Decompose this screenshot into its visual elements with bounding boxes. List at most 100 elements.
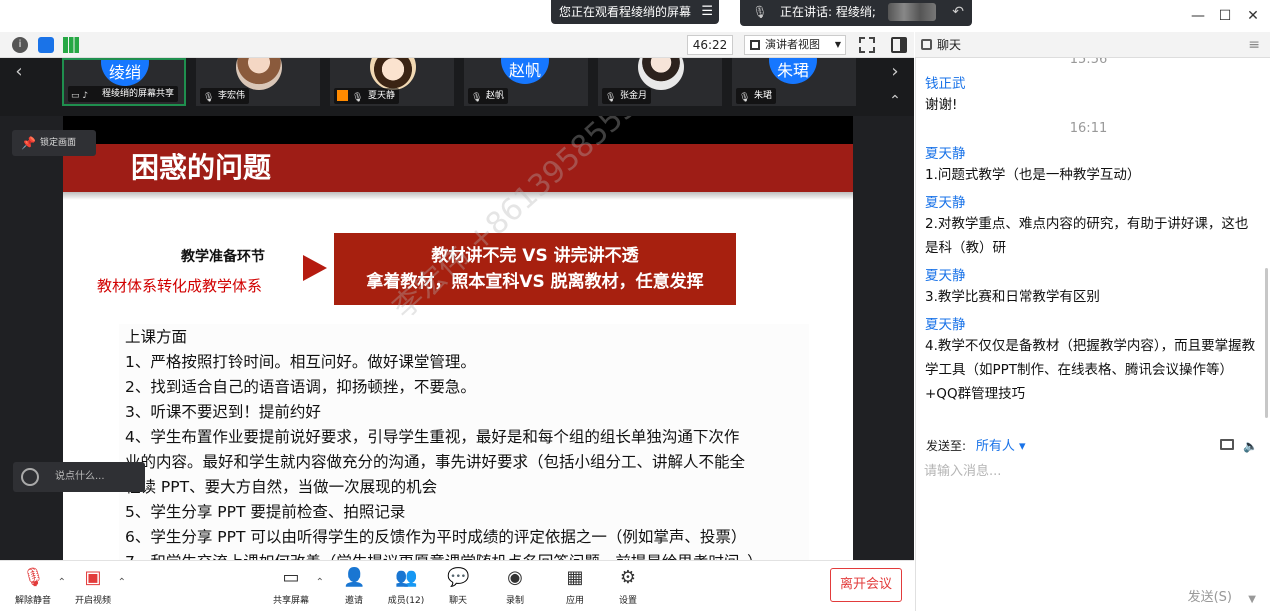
- volume-icon[interactable]: 🔈: [1243, 432, 1258, 460]
- share-screen-button[interactable]: ▭ 共享屏幕 ⌃: [266, 565, 324, 609]
- shared-slide: 困惑的问题 教学准备环节 教材体系转化成教学体系 教材讲不完 VS 讲完讲不透 …: [63, 116, 853, 560]
- unmute-button[interactable]: 🎙 解除静音 ⌃: [8, 565, 66, 609]
- arrow-right-icon: [303, 255, 327, 281]
- chevron-up-icon[interactable]: ⌃: [58, 577, 66, 588]
- close-button[interactable]: ✕: [1243, 6, 1263, 26]
- chat-sender[interactable]: 钱正武: [925, 72, 966, 92]
- members-label: 成员(12): [387, 596, 425, 606]
- user-icon: [337, 90, 348, 101]
- apps-grid-icon: ▦: [566, 567, 584, 588]
- screen-share-notice[interactable]: 您正在观看程绫绡的屏幕 ☰: [551, 0, 719, 24]
- participant-tile[interactable]: 朱珺 🎙 朱珺: [732, 58, 856, 106]
- slide-title-band: 困惑的问题: [63, 144, 853, 192]
- add-user-icon: 👤: [343, 567, 366, 588]
- members-button[interactable]: 👥 成员(12): [381, 565, 431, 609]
- slide-paragraph: 7、和学生交流上课如何改善（学生提议更愿意课堂随机点名回答问题，前提是给思考时间…: [125, 550, 763, 560]
- menu-icon[interactable]: ☰: [701, 0, 713, 24]
- record-button[interactable]: ◉ 录制: [490, 565, 540, 609]
- chevron-up-icon[interactable]: ⌃: [118, 577, 126, 588]
- chat-scrollbar[interactable]: [1265, 268, 1268, 418]
- chat-sender[interactable]: 夏天静: [925, 142, 966, 162]
- chevron-up-icon[interactable]: ⌃: [316, 577, 324, 588]
- chat-input-area: 发送(S) ▼: [915, 460, 1270, 611]
- chat-menu-icon[interactable]: ≡: [1248, 32, 1260, 58]
- participant-label: 🎙 赵帆: [468, 88, 509, 104]
- send-target-row: 发送至: 所有人 ▾ 🔈: [915, 432, 1270, 460]
- folder-icon[interactable]: [1220, 439, 1234, 450]
- bottom-toolbar: 🎙 解除静音 ⌃ ▣ 开启视频 ⌃ ▭ 共享屏幕 ⌃ 👤 邀请 👥 成员(12)…: [0, 560, 914, 611]
- participant-tile[interactable]: 绫绡 ▭ ♪ 程绫绡的屏幕共享: [62, 58, 186, 106]
- meeting-toolbar: i 46:22 演讲者视图 ▼: [0, 32, 914, 58]
- apps-button[interactable]: ▦ 应用: [550, 565, 600, 609]
- chat-sender[interactable]: 夏天静: [925, 264, 966, 284]
- chat-panel: 15:56 钱正武 谢谢! 16:11 夏天静 1.问题式教学（也是一种教学互动…: [915, 58, 1270, 432]
- slide-paragraph: 1、严格按照打铃时间。相互问好。做好课堂管理。: [125, 353, 476, 371]
- info-icon[interactable]: i: [12, 37, 28, 53]
- chat-input[interactable]: [924, 460, 1262, 578]
- apps-label: 应用: [565, 596, 584, 606]
- send-to-select[interactable]: 所有人 ▾: [976, 439, 1026, 454]
- quick-comment-placeholder: 说点什么...: [55, 471, 105, 482]
- slide-paragraph: 4、学生布置作业要提前说好要求，引导学生重视，最好是和每个组的组长单独沟通下次作: [125, 428, 740, 446]
- participant-tile[interactable]: 赵帆 🎙 赵帆: [464, 58, 588, 106]
- view-mode-label: 演讲者视图: [765, 38, 820, 51]
- participant-tile[interactable]: 🎙 夏天静: [330, 58, 454, 106]
- fullscreen-icon[interactable]: [859, 37, 875, 53]
- quick-comment-box[interactable]: 说点什么...: [13, 462, 145, 492]
- mic-muted-icon: 🎙: [739, 93, 751, 103]
- members-icon: 👥: [395, 567, 418, 588]
- slide-paragraph: 业的内容。最好和学生就内容做充分的沟通，事先讲好要求（包括小组分工、讲解人不能全: [125, 453, 746, 471]
- chat-icon: [921, 39, 932, 50]
- start-video-button[interactable]: ▣ 开启视频 ⌃: [68, 565, 126, 609]
- emoji-icon[interactable]: [21, 468, 39, 486]
- participant-label: ▭ ♪ 程绫绡的屏幕共享: [68, 86, 179, 102]
- speaking-label: 正在讲话: 程绫绡;: [780, 5, 876, 19]
- speaker-view-icon: [750, 40, 760, 50]
- view-mode-select[interactable]: 演讲者视图 ▼: [744, 35, 846, 55]
- sidebar-toggle-icon[interactable]: [891, 37, 907, 53]
- avatar: [370, 58, 416, 90]
- send-button[interactable]: 发送(S): [1188, 586, 1232, 605]
- chat-sender[interactable]: 夏天静: [925, 313, 966, 333]
- screen-share-notice-text: 您正在观看程绫绡的屏幕: [559, 5, 692, 19]
- chat-sender[interactable]: 夏天静: [925, 191, 966, 211]
- video-off-icon: ▣: [84, 567, 102, 588]
- participant-label: 🎙 夏天静: [334, 88, 400, 104]
- screen-share-icon: ▭ ♪: [71, 91, 89, 101]
- security-shield-icon[interactable]: [38, 37, 54, 53]
- send-to-label: 发送至:: [926, 439, 967, 453]
- start-video-label: 开启视频: [74, 596, 111, 606]
- participant-tile[interactable]: 🎙 李宏伟: [196, 58, 320, 106]
- strip-prev-button[interactable]: ‹: [2, 58, 36, 116]
- mic-muted-icon: 🎙: [471, 93, 483, 103]
- chat-message: 1.问题式教学（也是一种教学互动）: [925, 167, 1141, 183]
- avatar: [638, 58, 684, 90]
- lock-view-button[interactable]: 📌 锁定画面: [12, 130, 96, 156]
- slide-paragraph: 程读 PPT、要大方自然，当做一次展现的机会: [125, 478, 438, 496]
- chat-button[interactable]: 💬 聊天: [433, 565, 483, 609]
- minimize-button[interactable]: —: [1188, 6, 1208, 26]
- strip-next-button[interactable]: › ⌃: [878, 58, 912, 116]
- invite-button[interactable]: 👤 邀请: [329, 565, 379, 609]
- speaking-indicator: 🎙 正在讲话: 程绫绡; ↶: [740, 0, 972, 26]
- chat-message: 3.教学比赛和日常教学有区别: [925, 289, 1100, 305]
- maximize-button[interactable]: ☐: [1215, 6, 1235, 26]
- slide-title-shadow: [63, 192, 853, 200]
- signal-strength-icon[interactable]: [63, 37, 79, 53]
- chevron-down-icon[interactable]: ▼: [1248, 594, 1256, 605]
- slide-paragraph: 3、听课不要迟到！提前约好: [125, 403, 321, 421]
- chat-icon: 💬: [447, 567, 470, 588]
- chat-message: 4.教学不仅仅是备教材（把握教学内容），而且要掌握教学工具（如PPT制作、在线表…: [925, 338, 1256, 402]
- participant-tile[interactable]: 🎙 张金月: [598, 58, 722, 106]
- meeting-window: 您正在观看程绫绡的屏幕 ☰ 🎙 正在讲话: 程绫绡; ↶ — ☐ ✕ i 46:…: [0, 0, 1270, 611]
- back-icon[interactable]: ↶: [952, 0, 964, 24]
- title-bar: 您正在观看程绫绡的屏幕 ☰ 🎙 正在讲话: 程绫绡; ↶ — ☐ ✕: [0, 0, 1270, 32]
- meeting-timer: 46:22: [687, 35, 733, 55]
- mic-muted-icon: 🎙: [752, 5, 768, 19]
- leave-meeting-button[interactable]: 离开会议: [830, 568, 902, 602]
- pin-icon: 📌: [21, 136, 36, 150]
- chat-message: 2.对教学重点、难点内容的研究，有助于讲好课，这也是科（教）研: [925, 216, 1249, 256]
- record-icon: ◉: [507, 567, 523, 588]
- settings-button[interactable]: ⚙ 设置: [603, 565, 653, 609]
- participant-label: 🎙 朱珺: [736, 88, 777, 104]
